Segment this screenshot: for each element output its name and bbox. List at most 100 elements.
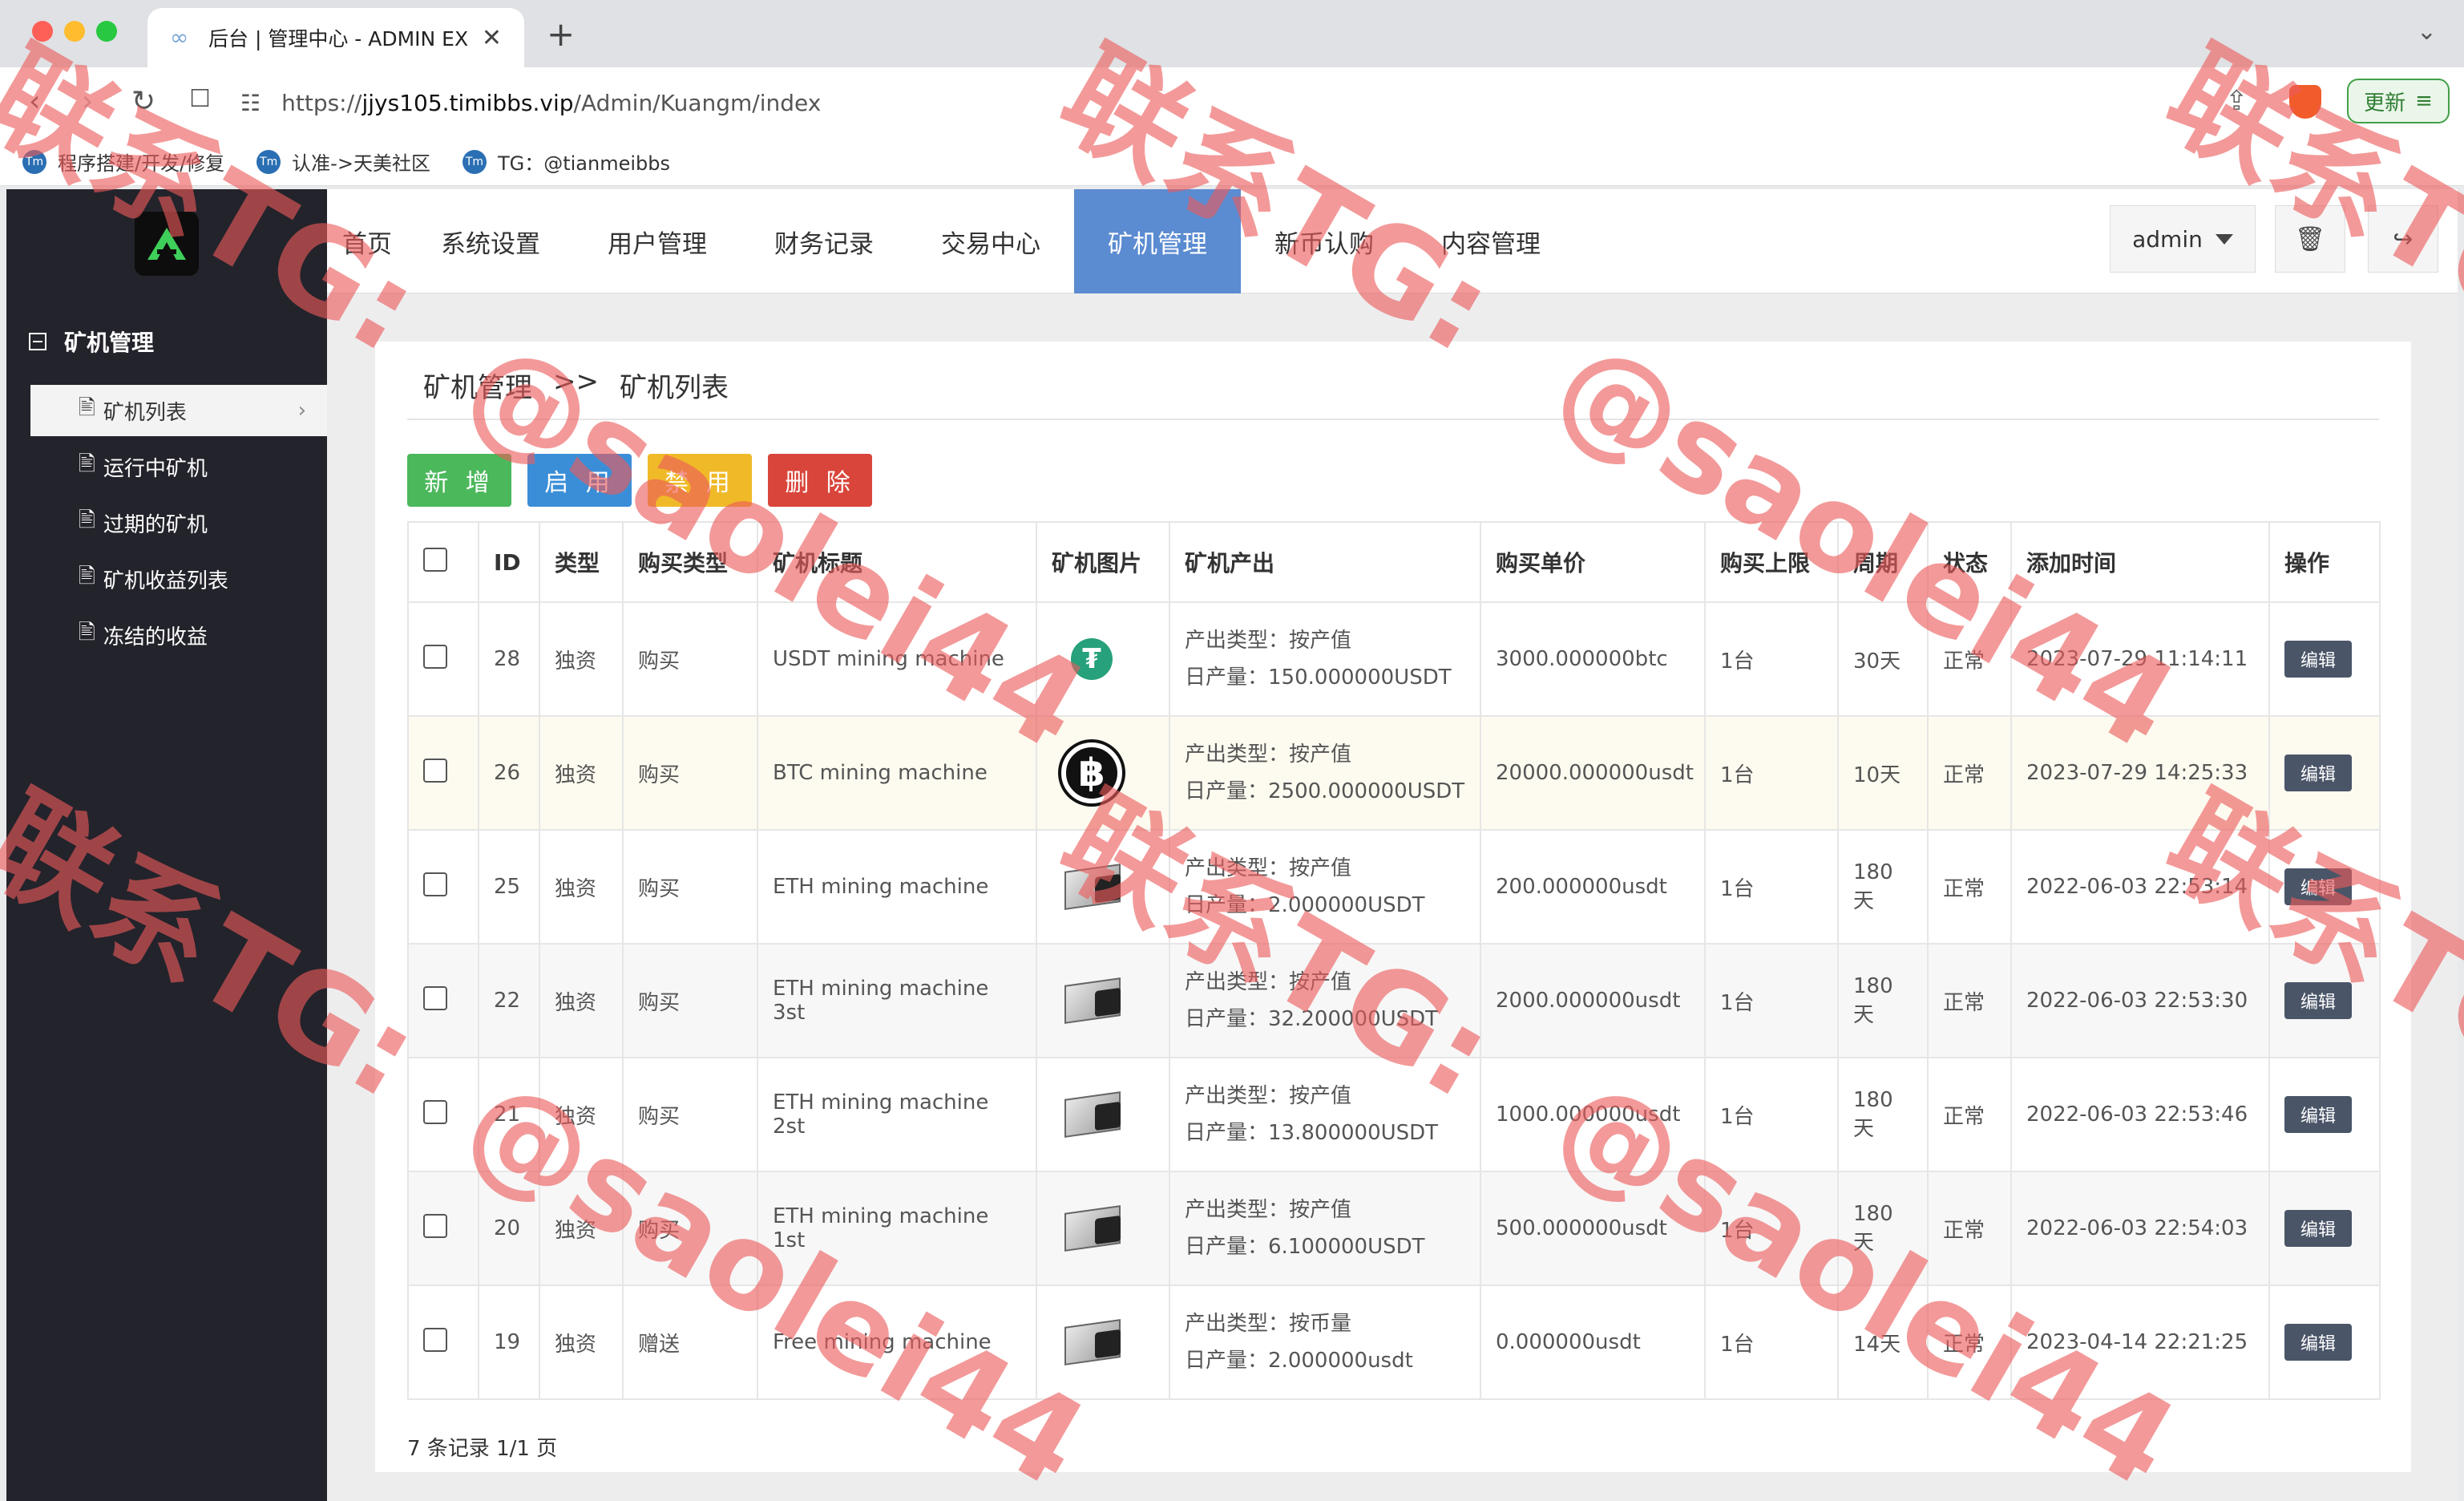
- edit-button[interactable]: 编辑: [2284, 641, 2352, 678]
- column-header[interactable]: 类型: [539, 521, 624, 603]
- nav-user-management[interactable]: 用户管理: [574, 189, 741, 293]
- sidebar-group-miners[interactable]: 矿机管理: [29, 326, 154, 358]
- title-cell: BTC mining machine: [757, 715, 1037, 831]
- enable-button[interactable]: 启 用: [527, 454, 632, 507]
- table-row[interactable]: 28 独资 购买 USDT mining machine ₮ 产出类型：按产值 日产量：15…: [407, 601, 2381, 717]
- site-settings-icon[interactable]: ☷: [240, 90, 261, 116]
- buy-type-cell: 赠送: [622, 1285, 758, 1400]
- row-checkbox[interactable]: [423, 644, 447, 669]
- reload-icon[interactable]: ↻: [131, 85, 156, 118]
- kind-cell: 独资: [539, 1057, 624, 1172]
- column-header[interactable]: 购买类型: [622, 521, 758, 603]
- table-row[interactable]: 22 独资 购买 ETH mining machine 3st 产出类型：按产值 日产量：…: [407, 943, 2381, 1058]
- bookmark-icon[interactable]: ☐: [189, 85, 211, 113]
- column-header[interactable]: 矿机标题: [757, 521, 1037, 603]
- row-select-cell: [407, 601, 479, 717]
- output-type-line: 产出类型：按产值: [1185, 856, 1352, 880]
- browser-tab[interactable]: ∞ 后台 | 管理中心 - ADMIN EX ✕: [147, 8, 524, 67]
- bookmark-item[interactable]: Tm TG：@tianmeibbs: [462, 148, 670, 176]
- sidebar-item-miner-list[interactable]: 🖹 矿机列表 ›: [30, 385, 327, 436]
- row-checkbox[interactable]: [423, 1327, 447, 1352]
- edit-button[interactable]: 编辑: [2284, 1210, 2352, 1247]
- chevron-down-icon[interactable]: ⌄: [2417, 18, 2437, 46]
- table-row[interactable]: 26 独资 购买 BTC mining machine ฿ 产出类型：按产值 日产量：250…: [407, 715, 2381, 831]
- sidebar-group-label: 矿机管理: [64, 330, 155, 356]
- row-select-cell: [407, 943, 479, 1058]
- window-close-button[interactable]: [32, 21, 53, 42]
- sidebar-item-frozen-earnings[interactable]: 🖹 冻结的收益: [30, 609, 327, 661]
- table-row[interactable]: 25 独资 购买 ETH mining machine 产出类型：按产值 日产量：2.00…: [407, 829, 2381, 945]
- output-cell: 产出类型：按产值 日产量：2.000000USDT: [1169, 829, 1481, 945]
- bookmark-item[interactable]: Tm 程序搭建/开发/修复: [22, 148, 224, 176]
- column-header[interactable]: 周期: [1837, 521, 1929, 603]
- edit-button[interactable]: 编辑: [2284, 755, 2352, 791]
- row-checkbox[interactable]: [423, 758, 447, 783]
- row-checkbox[interactable]: [423, 1213, 447, 1238]
- daily-output-line: 日产量：13.800000USDT: [1185, 1121, 1439, 1145]
- nav-system-settings[interactable]: 系统设置: [407, 189, 574, 293]
- price-cell: 1000.000000usdt: [1480, 1057, 1706, 1172]
- column-header[interactable]: 购买上限: [1704, 521, 1839, 603]
- pagination-info: 7 条记录 1/1 页: [407, 1437, 558, 1461]
- status-cell: 正常: [1927, 1057, 2012, 1172]
- sidebar-item-running-miners[interactable]: 🖹 运行中矿机: [30, 441, 327, 492]
- nav-home[interactable]: 首页: [327, 189, 407, 293]
- limit-cell: 1台: [1704, 829, 1839, 945]
- column-header[interactable]: 状态: [1927, 521, 2012, 603]
- edit-button[interactable]: 编辑: [2284, 1324, 2352, 1361]
- sidebar-item-label: 过期的矿机: [103, 512, 208, 537]
- share-icon[interactable]: ⇪: [2225, 85, 2248, 117]
- table-row[interactable]: 20 独资 购买 ETH mining machine 1st 产出类型：按产值 日产量：…: [407, 1171, 2381, 1286]
- nav-miner-management[interactable]: 矿机管理: [1074, 189, 1241, 293]
- output-cell: 产出类型：按产值 日产量：2500.000000USDT: [1169, 715, 1481, 831]
- delete-button[interactable]: 删 除: [768, 454, 872, 507]
- limit-cell: 1台: [1704, 943, 1839, 1058]
- menu-icon: ≡: [2415, 89, 2433, 113]
- nav-trading-center[interactable]: 交易中心: [907, 189, 1074, 293]
- nav-content-management[interactable]: 内容管理: [1408, 189, 1574, 293]
- nav-finance-records[interactable]: 财务记录: [741, 189, 907, 293]
- window-minimize-button[interactable]: [64, 21, 85, 42]
- breadcrumb-section[interactable]: 矿机管理: [423, 366, 532, 405]
- column-header[interactable]: 矿机产出: [1169, 521, 1481, 603]
- address-bar[interactable]: ☷ https://jjys105.timibbs.vip/Admin/Kuan…: [240, 79, 2244, 127]
- column-header[interactable]: 添加时间: [2010, 521, 2270, 603]
- update-button[interactable]: 更新 ≡: [2347, 79, 2450, 123]
- admin-user-dropdown[interactable]: admin: [2110, 205, 2256, 273]
- row-checkbox[interactable]: [423, 985, 447, 1010]
- url-text[interactable]: https://jjys105.timibbs.vip/Admin/Kuangm…: [281, 90, 821, 116]
- tab-close-icon[interactable]: ✕: [482, 24, 502, 52]
- column-header[interactable]: 购买单价: [1480, 521, 1706, 603]
- table-row[interactable]: 19 独资 赠送 Free mining machine 产出类型：按币量 日产量：2.0…: [407, 1285, 2381, 1400]
- edit-button[interactable]: 编辑: [2284, 982, 2352, 1019]
- window-zoom-button[interactable]: [96, 21, 117, 42]
- cycle-cell: 10天: [1837, 715, 1929, 831]
- forward-icon[interactable]: ›: [82, 85, 93, 118]
- add-button[interactable]: 新 增: [407, 454, 511, 507]
- select-all-checkbox[interactable]: [423, 547, 447, 572]
- nav-label: 首页: [342, 229, 392, 259]
- output-cell: 产出类型：按产值 日产量：32.200000USDT: [1169, 943, 1481, 1058]
- browser-tabbar: ∞ 后台 | 管理中心 - ADMIN EX ✕ + ⌄: [0, 0, 2464, 67]
- logo[interactable]: [135, 212, 199, 276]
- edit-button[interactable]: 编辑: [2284, 1096, 2352, 1133]
- column-header[interactable]: ID: [478, 521, 540, 603]
- column-header[interactable]: 矿机图片: [1036, 521, 1170, 603]
- row-checkbox[interactable]: [423, 872, 447, 896]
- disable-button[interactable]: 禁 用: [648, 454, 752, 507]
- sidebar-item-miner-earnings[interactable]: 🖹 矿机收益列表: [30, 553, 327, 605]
- nav-new-coin-subscription[interactable]: 新币认购: [1241, 189, 1408, 293]
- new-tab-icon[interactable]: +: [547, 14, 575, 54]
- logout-button[interactable]: ↪: [2368, 205, 2438, 273]
- edit-button[interactable]: 编辑: [2284, 868, 2352, 905]
- table-row[interactable]: 21 独资 购买 ETH mining machine 2st 产出类型：按产值 日产量：…: [407, 1057, 2381, 1172]
- title-cell: ETH mining machine 2st: [757, 1057, 1037, 1172]
- clear-cache-button[interactable]: 🗑: [2275, 205, 2345, 273]
- column-header[interactable]: 操作: [2268, 521, 2381, 603]
- brave-shield-icon[interactable]: [2289, 85, 2321, 119]
- sidebar-item-expired-miners[interactable]: 🖹 过期的矿机: [30, 497, 327, 548]
- row-checkbox[interactable]: [423, 1099, 447, 1124]
- back-icon[interactable]: ‹: [29, 85, 40, 118]
- kind-cell: 独资: [539, 601, 624, 717]
- bookmark-item[interactable]: Tm 认准->天美社区: [256, 148, 430, 176]
